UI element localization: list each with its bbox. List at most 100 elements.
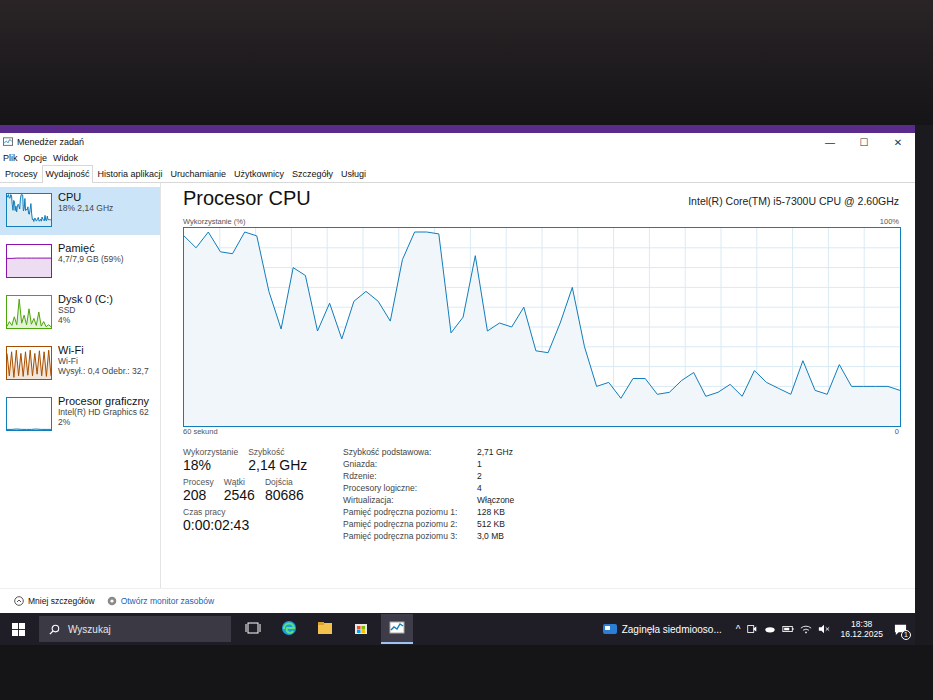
panel-title: Procesor CPU <box>183 187 311 210</box>
task-manager-app-icon <box>389 620 405 636</box>
stat: Wykorzystanie18% <box>183 447 238 473</box>
sidebar-item-detail: Wysył.: 0,4 Odebr.: 32,7 <box>58 366 149 376</box>
cpu-usage-chart <box>183 227 901 427</box>
sidebar-item-detail: Intel(R) HD Graphics 62 <box>58 407 149 417</box>
window-control[interactable]: ☐ <box>847 137 881 148</box>
window-control[interactable]: — <box>813 137 847 148</box>
detail-value: 3,0 MB <box>477 531 514 541</box>
sidebar-item-name: Dysk 0 (C:) <box>58 293 113 305</box>
sidebar-item[interactable]: Pamięć4,7/7,9 GB (59%) <box>0 238 160 286</box>
sidebar-item-name: CPU <box>58 191 113 203</box>
detail-value: 2,71 GHz <box>477 447 514 457</box>
mini-chart <box>6 244 52 278</box>
detail-label: Rdzenie: <box>343 471 471 481</box>
tab-bar: ProcesyWydajnośćHistoria aplikacjiUrucha… <box>0 165 915 183</box>
sidebar-item-name: Pamięć <box>58 242 124 254</box>
windows-start-icon[interactable] <box>12 623 25 636</box>
sidebar-item[interactable]: Dysk 0 (C:)SSD4% <box>0 289 160 337</box>
news-widget[interactable]: Zaginęła siedmiooso... <box>602 621 722 637</box>
fewer-details-button[interactable]: Mniej szczegółów <box>14 596 95 606</box>
onedrive-icon[interactable] <box>764 623 776 635</box>
detail-label: Pamięć podręczna poziomu 2: <box>343 519 471 529</box>
stat: Czas pracy0:00:02:43 <box>183 507 249 533</box>
volume-icon[interactable] <box>818 623 830 635</box>
detail-label: Pamięć podręczna poziomu 1: <box>343 507 471 517</box>
stat: Szybkość2,14 GHz <box>248 447 307 473</box>
wifi-icon[interactable] <box>800 623 812 635</box>
tab[interactable]: Użytkownicy <box>230 165 288 182</box>
photo: Menedżer zadań—☐✕PlikOpcjeWidokProcesyWy… <box>0 0 933 700</box>
task-manager-window: Menedżer zadań—☐✕PlikOpcjeWidokProcesyWy… <box>0 133 915 613</box>
detail-value: 4 <box>477 483 514 493</box>
tab[interactable]: Historia aplikacji <box>93 165 166 182</box>
edge-icon <box>281 620 297 636</box>
detail-label: Pamięć podręczna poziomu 3: <box>343 531 471 541</box>
tab[interactable]: Usługi <box>337 165 370 182</box>
collapse-icon <box>14 596 24 606</box>
sidebar-item[interactable]: CPU18% 2,14 GHz <box>0 187 160 235</box>
chart-min-label: 0 <box>895 427 899 437</box>
screen: Menedżer zadań—☐✕PlikOpcjeWidokProcesyWy… <box>0 125 915 645</box>
taskview-app[interactable] <box>237 614 269 644</box>
sidebar-item[interactable]: Procesor graficznyIntel(R) HD Graphics 6… <box>0 391 160 439</box>
detail-value: Włączone <box>477 495 514 505</box>
sidebar-item-detail: 2% <box>58 417 149 427</box>
bezel <box>0 645 933 700</box>
tab[interactable]: Procesy <box>1 165 42 182</box>
notification-center[interactable]: 1 <box>889 618 911 640</box>
mini-chart <box>6 397 52 431</box>
explorer-app[interactable] <box>309 614 341 644</box>
stat: Procesy208 <box>183 477 214 503</box>
wallpaper <box>0 125 915 133</box>
system-tray: ^ 18:3816.12.2025 1 <box>736 618 915 640</box>
edge-app[interactable] <box>273 614 305 644</box>
show-hidden-icons[interactable]: ^ <box>736 624 741 635</box>
sidebar-item-name: Wi-Fi <box>58 344 149 356</box>
sidebar-item-name: Procesor graficzny <box>58 395 149 407</box>
performance-panel: Procesor CPU Intel(R) Core(TM) i5-7300U C… <box>161 183 915 588</box>
taskmgr-app[interactable] <box>381 614 413 644</box>
chart-time-label: 60 sekund <box>183 427 218 437</box>
window-control[interactable]: ✕ <box>881 137 915 148</box>
battery-icon[interactable] <box>782 623 794 635</box>
mini-chart <box>6 295 52 329</box>
tab[interactable]: Wydajność <box>42 165 94 183</box>
detail-value: 2 <box>477 471 514 481</box>
notification-badge: 1 <box>901 630 911 640</box>
sidebar-item[interactable]: Wi-FiWi-FiWysył.: 0,4 Odebr.: 32,7 <box>0 340 160 388</box>
detail-value: 128 KB <box>477 507 514 517</box>
search-box[interactable]: Wyszukaj <box>39 616 231 642</box>
detail-value: 512 KB <box>477 519 514 529</box>
stat: Dojścia80686 <box>265 477 304 503</box>
detail-value: 1 <box>477 459 514 469</box>
detail-label: Gniazda: <box>343 459 471 469</box>
menu-item[interactable]: Plik <box>3 153 18 163</box>
detail-label: Wirtualizacja: <box>343 495 471 505</box>
sidebar-item-detail: 4% <box>58 315 113 325</box>
title-bar[interactable]: Menedżer zadań—☐✕ <box>0 133 915 151</box>
menu-item[interactable]: Opcje <box>24 153 48 163</box>
task-manager-icon <box>3 137 13 147</box>
menu-bar: Plik Opcje Widok <box>0 151 915 165</box>
chart-axis-label: Wykorzystanie (%) <box>183 217 245 227</box>
store-icon <box>353 620 369 636</box>
sidebar-item-detail: 18% 2,14 GHz <box>58 203 113 213</box>
sidebar-item-detail: Wi-Fi <box>58 356 149 366</box>
mini-chart <box>6 193 52 227</box>
stat: Wątki2546 <box>224 477 255 503</box>
chart-max-label: 100% <box>880 217 899 227</box>
menu-item[interactable]: Widok <box>53 153 78 163</box>
tab[interactable]: Szczegóły <box>288 165 337 182</box>
sidebar-item-detail: SSD <box>58 305 113 315</box>
resource-monitor-link[interactable]: Otwórz monitor zasobów <box>107 596 215 606</box>
clock[interactable]: 18:3816.12.2025 <box>840 619 883 639</box>
tab[interactable]: Uruchamianie <box>166 165 230 182</box>
detail-label: Procesory logiczne: <box>343 483 471 493</box>
store-app[interactable] <box>345 614 377 644</box>
mini-chart <box>6 346 52 380</box>
news-icon <box>602 621 618 637</box>
resource-monitor-icon <box>107 596 117 606</box>
usage-area <box>184 232 900 426</box>
meet-icon[interactable] <box>746 623 758 635</box>
cpu-model: Intel(R) Core(TM) i5-7300U CPU @ 2.60GHz <box>688 195 899 207</box>
